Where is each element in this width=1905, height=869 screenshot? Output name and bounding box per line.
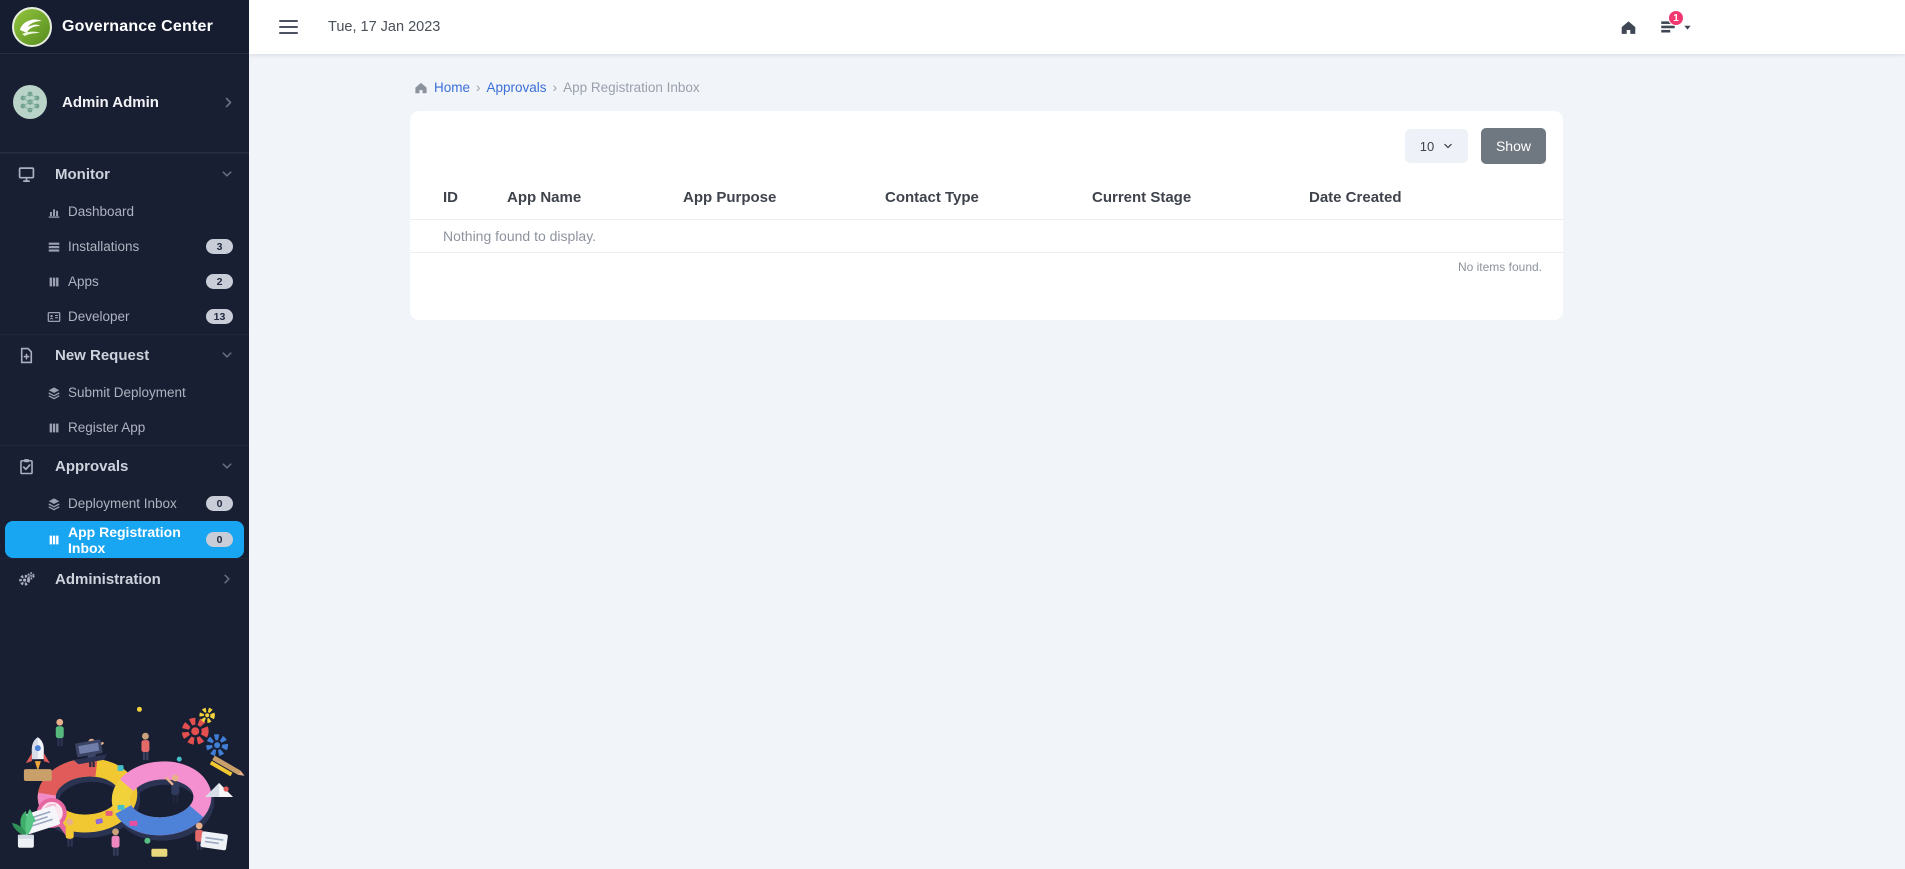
sidebar-item-submit-deployment[interactable]: Submit Deployment bbox=[0, 375, 249, 410]
item-label: Dashboard bbox=[68, 204, 135, 219]
breadcrumb: Home › Approvals › App Registration Inbo… bbox=[410, 80, 1905, 95]
topbar: Tue, 17 Jan 2023 1 bbox=[249, 0, 1905, 54]
chevron-right-icon bbox=[221, 573, 233, 585]
bar-chart-icon bbox=[47, 205, 61, 219]
clipboard-check-icon bbox=[18, 458, 35, 475]
devops-illustration bbox=[11, 706, 245, 857]
columns-icon bbox=[47, 533, 61, 547]
main-column: Tue, 17 Jan 2023 1 Home › Approvals › Ap… bbox=[249, 0, 1905, 869]
file-plus-icon bbox=[18, 347, 35, 364]
breadcrumb-current: App Registration Inbox bbox=[563, 80, 700, 95]
id-card-icon bbox=[47, 310, 61, 324]
count-badge: 13 bbox=[206, 309, 233, 324]
chevron-down-icon bbox=[1443, 141, 1453, 151]
column-header-current-stage: Current Stage bbox=[1092, 189, 1192, 206]
table-items-status: No items found. bbox=[1457, 260, 1542, 274]
breadcrumb-separator: › bbox=[552, 80, 558, 95]
chevron-right-icon bbox=[222, 96, 235, 109]
user-menu[interactable]: Admin Admin bbox=[0, 54, 249, 152]
item-label: Installations bbox=[68, 239, 140, 254]
sidebar: Governance Center Admin Admin Monitor Da… bbox=[0, 0, 249, 869]
page-size-value: 10 bbox=[1419, 138, 1435, 154]
sidebar-section-new-request[interactable]: New Request bbox=[0, 334, 249, 375]
sidebar-item-developer[interactable]: Developer 13 bbox=[0, 299, 249, 334]
item-label: Register App bbox=[68, 420, 146, 435]
chevron-down-icon bbox=[221, 460, 233, 472]
section-label: Approvals bbox=[55, 457, 129, 475]
item-label: App Registration Inbox bbox=[68, 523, 181, 556]
count-badge: 3 bbox=[206, 239, 233, 254]
notification-badge: 1 bbox=[1668, 10, 1684, 26]
avatar bbox=[13, 85, 47, 119]
app-root: Governance Center Admin Admin Monitor Da… bbox=[0, 0, 1905, 869]
brand-header: Governance Center bbox=[0, 0, 249, 54]
layers-icon bbox=[47, 497, 61, 511]
sidebar-item-app-registration-inbox[interactable]: App Registration Inbox 0 bbox=[5, 521, 244, 558]
table-header-row: ID App Name App Purpose Contact Type Cur… bbox=[410, 176, 1563, 220]
content-area: Home › Approvals › App Registration Inbo… bbox=[249, 54, 1905, 869]
sidebar-item-deployment-inbox[interactable]: Deployment Inbox 0 bbox=[0, 486, 249, 521]
item-label: Apps bbox=[68, 274, 99, 289]
breadcrumb-separator: › bbox=[476, 80, 481, 95]
monitor-icon bbox=[18, 166, 35, 183]
rows-icon bbox=[47, 240, 61, 254]
table-empty-message: Nothing found to display. bbox=[410, 220, 1563, 253]
page-size-select[interactable]: 10 bbox=[1404, 129, 1468, 163]
table-controls: 10 Show bbox=[410, 111, 1563, 176]
gears-icon bbox=[18, 571, 35, 588]
sidebar-item-dashboard[interactable]: Dashboard bbox=[0, 194, 249, 229]
section-label: New Request bbox=[55, 346, 150, 364]
sidebar-item-installations[interactable]: Installations 3 bbox=[0, 229, 249, 264]
layers-icon bbox=[47, 386, 61, 400]
topbar-actions: 1 bbox=[1620, 10, 1693, 36]
item-label: Deployment Inbox bbox=[68, 496, 177, 511]
column-header-app-purpose: App Purpose bbox=[683, 189, 777, 206]
home-icon bbox=[414, 81, 428, 95]
breadcrumb-home-link[interactable]: Home bbox=[434, 80, 470, 95]
count-badge: 0 bbox=[206, 496, 233, 511]
item-label: Submit Deployment bbox=[68, 385, 186, 400]
app-title: Governance Center bbox=[62, 17, 214, 35]
sidebar-section-monitor[interactable]: Monitor bbox=[0, 153, 249, 194]
item-label: Developer bbox=[68, 309, 130, 324]
app-logo-icon bbox=[12, 6, 52, 47]
count-badge: 0 bbox=[206, 532, 233, 547]
app-registration-inbox-card: 10 Show ID App Name App Purpose Contact … bbox=[410, 111, 1563, 320]
caret-down-icon bbox=[1682, 22, 1693, 33]
columns-icon bbox=[47, 275, 61, 289]
menu-toggle-button[interactable] bbox=[275, 16, 302, 38]
section-label: Administration bbox=[55, 570, 161, 588]
sidebar-item-apps[interactable]: Apps 2 bbox=[0, 264, 249, 299]
user-name: Admin Admin bbox=[62, 93, 159, 111]
topbar-date: Tue, 17 Jan 2023 bbox=[328, 19, 441, 35]
chevron-down-icon bbox=[221, 349, 233, 361]
home-icon[interactable] bbox=[1620, 19, 1637, 36]
sidebar-item-register-app[interactable]: Register App bbox=[0, 410, 249, 445]
columns-icon bbox=[47, 421, 61, 435]
column-header-id: ID bbox=[443, 189, 458, 206]
notifications-menu[interactable]: 1 bbox=[1659, 10, 1693, 36]
chevron-down-icon bbox=[221, 168, 233, 180]
breadcrumb-approvals-link[interactable]: Approvals bbox=[487, 80, 547, 95]
sidebar-section-administration[interactable]: Administration bbox=[0, 558, 249, 599]
column-header-date-created: Date Created bbox=[1309, 189, 1402, 206]
sidebar-menu: Monitor Dashboard Installations 3 Apps 2… bbox=[0, 152, 249, 599]
column-header-app-name: App Name bbox=[507, 189, 582, 206]
column-header-contact-type: Contact Type bbox=[885, 189, 979, 206]
count-badge: 2 bbox=[206, 274, 233, 289]
sidebar-section-approvals[interactable]: Approvals bbox=[0, 445, 249, 486]
show-button[interactable]: Show bbox=[1480, 128, 1546, 164]
section-label: Monitor bbox=[55, 165, 110, 183]
